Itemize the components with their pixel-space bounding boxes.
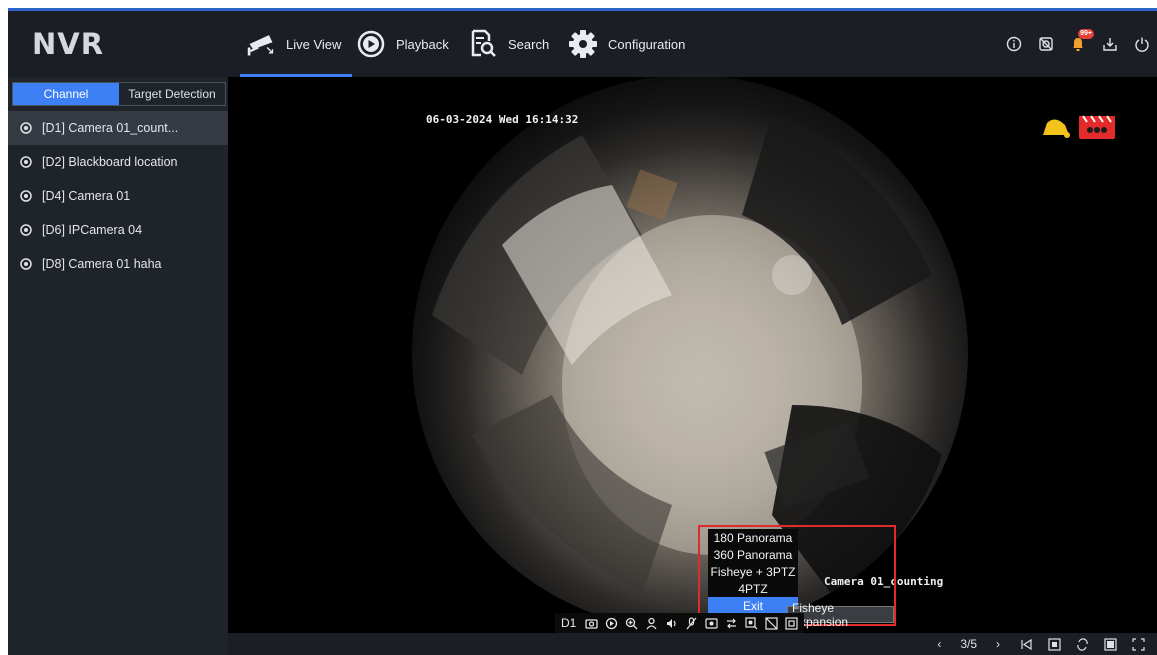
nav-playback[interactable]: Playback: [356, 11, 449, 77]
channel-id-label: D1: [561, 616, 577, 630]
channel-item-d4[interactable]: [D4] Camera 01: [8, 179, 228, 213]
single-screen-icon[interactable]: [1103, 637, 1117, 651]
video-alarm-indicators: [1037, 115, 1117, 146]
nav-search-label: Search: [508, 36, 550, 52]
camera-online-icon: [20, 156, 32, 168]
fullscreen-icon[interactable]: [1131, 637, 1145, 651]
channel-item-d6[interactable]: [D6] IPCamera 04: [8, 213, 228, 247]
top-right-toolbar: 99+: [1005, 11, 1151, 77]
smart-off-icon[interactable]: [764, 616, 778, 630]
fisheye-option-4ptz[interactable]: 4PTZ: [708, 580, 798, 597]
fisheye-mode-menu: 180 Panorama 360 Panorama Fisheye + 3PTZ…: [708, 529, 798, 614]
fisheye-option-180-panorama[interactable]: 180 Panorama: [708, 529, 798, 546]
previous-screen-icon[interactable]: [1019, 637, 1033, 651]
motion-alarm-bell-icon: [1037, 115, 1073, 146]
previous-page-icon[interactable]: ‹: [932, 637, 946, 651]
video-timestamp: 06-03-2024 Wed 16:14:32: [426, 113, 579, 126]
alarm-bell-icon[interactable]: 99+: [1069, 29, 1094, 53]
stream-switch-icon[interactable]: [724, 616, 738, 630]
channel-item-d8[interactable]: [D8] Camera 01 haha: [8, 247, 228, 281]
nvr-logo: NVR: [32, 27, 105, 61]
channel-label: [D1] Camera 01_count...: [42, 121, 179, 135]
live-video-pane[interactable]: 06-03-2024 Wed 16:14:32 Camera 01_counti…: [228, 77, 1157, 633]
nav-playback-label: Playback: [396, 36, 449, 52]
layout-grid-icon[interactable]: [1047, 637, 1061, 651]
app-frame: NVR Live View Playback Search Configurat…: [8, 8, 1157, 655]
channel-label: [D2] Blackboard location: [42, 155, 178, 169]
playback-icon: [356, 29, 386, 59]
nav-configuration-label: Configuration: [608, 36, 686, 52]
channel-list: [D1] Camera 01_count... [D2] Blackboard …: [8, 111, 228, 281]
channel-sidebar: Channel Target Detection [D1] Camera 01_…: [8, 77, 228, 655]
sequence-icon[interactable]: [1075, 637, 1089, 651]
tab-channel[interactable]: Channel: [13, 83, 119, 105]
fullscreen-channel-icon[interactable]: [784, 616, 798, 630]
camera-online-icon: [20, 258, 32, 270]
record-icon[interactable]: [704, 616, 718, 630]
channel-label: [D6] IPCamera 04: [42, 223, 143, 237]
fisheye-option-exit[interactable]: Exit: [708, 597, 798, 614]
channel-item-d2[interactable]: [D2] Blackboard location: [8, 145, 228, 179]
fisheye-option-360-panorama[interactable]: 360 Panorama: [708, 546, 798, 563]
channel-item-d1[interactable]: [D1] Camera 01_count...: [8, 111, 228, 145]
zoom-in-icon[interactable]: [624, 616, 638, 630]
gear-icon: [568, 29, 598, 59]
fisheye-expansion-highlight: 180 Panorama 360 Panorama Fisheye + 3PTZ…: [698, 525, 896, 629]
ptz-person-icon[interactable]: [644, 616, 658, 630]
search-file-icon: [468, 29, 498, 59]
sidebar-tabs: Channel Target Detection: [12, 82, 226, 106]
next-page-icon[interactable]: ›: [991, 637, 1005, 651]
nav-live-view[interactable]: Live View: [240, 11, 352, 77]
alarm-count-badge: 99+: [1078, 29, 1094, 39]
instant-playback-icon[interactable]: [604, 616, 618, 630]
nvr-app: NVR Live View Playback Search Configurat…: [0, 0, 1157, 655]
info-icon[interactable]: [1005, 35, 1023, 53]
nav-configuration[interactable]: Configuration: [568, 11, 685, 77]
tab-target-detection[interactable]: Target Detection: [119, 83, 225, 105]
fisheye-option-fisheye-3ptz[interactable]: Fisheye + 3PTZ: [708, 563, 798, 580]
talk-mute-icon[interactable]: [684, 616, 698, 630]
channel-label: [D4] Camera 01: [42, 189, 131, 203]
download-icon[interactable]: [1101, 35, 1119, 53]
nav-search[interactable]: Search: [468, 11, 549, 77]
camera-online-icon: [20, 224, 32, 236]
record-off-icon[interactable]: [1037, 35, 1055, 53]
recording-clapper-icon: [1077, 115, 1117, 146]
bottom-toolbar: ‹ 3/5 ›: [228, 633, 1157, 655]
channel-label: [D8] Camera 01 haha: [42, 257, 162, 271]
page-indicator: 3/5: [960, 637, 977, 651]
camera-online-icon: [20, 122, 32, 134]
top-navigation-bar: NVR Live View Playback Search Configurat…: [8, 11, 1157, 77]
channel-toolbar: D1: [555, 613, 805, 633]
cctv-camera-icon: [246, 29, 276, 59]
snapshot-icon[interactable]: [584, 616, 598, 630]
power-icon[interactable]: [1133, 35, 1151, 53]
nav-live-view-label: Live View: [286, 36, 342, 52]
audio-icon[interactable]: [664, 616, 678, 630]
camera-online-icon: [20, 190, 32, 202]
fisheye-expansion-icon[interactable]: [744, 616, 758, 630]
